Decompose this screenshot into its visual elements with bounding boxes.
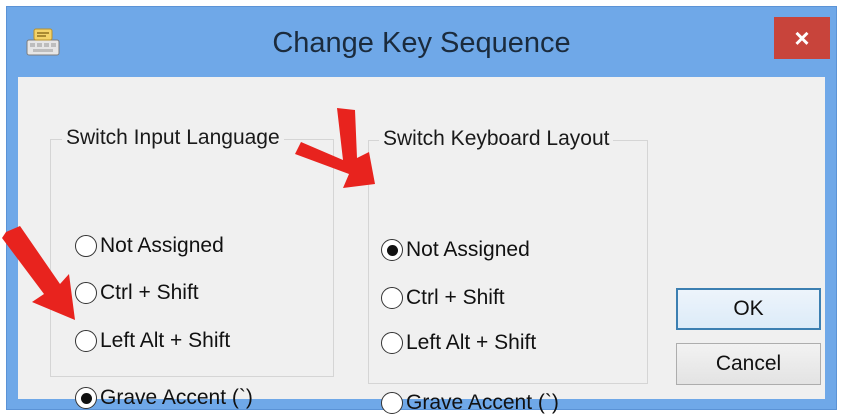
keyboard-layout-grave-accent-radio[interactable]: Grave Accent (`) (381, 391, 559, 415)
close-icon: × (794, 22, 810, 53)
dialog-window: Change Key Sequence × Switch Input Langu… (6, 6, 837, 414)
radio-label: Not Assigned (406, 238, 530, 261)
radio-label: Grave Accent (`) (100, 386, 253, 409)
radio-button-unchecked[interactable] (381, 287, 403, 309)
keyboard-layout-ctrl-shift-radio[interactable]: Ctrl + Shift (381, 286, 505, 310)
radio-button-checked[interactable] (75, 387, 97, 409)
radio-label: Left Alt + Shift (100, 329, 231, 352)
radio-label: Not Assigned (100, 234, 224, 257)
keyboard-layout-not-assigned-radio[interactable]: Not Assigned (381, 238, 530, 262)
window-title: Change Key Sequence (272, 27, 571, 59)
radio-button-unchecked[interactable] (75, 330, 97, 352)
switch-input-language-title: Switch Input Language (62, 126, 284, 150)
ok-button[interactable]: OK (676, 288, 821, 330)
input-language-ctrl-shift-radio[interactable]: Ctrl + Shift (75, 281, 199, 305)
input-language-grave-accent-radio[interactable]: Grave Accent (`) (75, 386, 253, 410)
radio-button-unchecked[interactable] (381, 392, 403, 414)
keyboard-layout-left-alt-shift-radio[interactable]: Left Alt + Shift (381, 331, 536, 355)
radio-label: Grave Accent (`) (406, 391, 559, 414)
radio-button-checked[interactable] (381, 239, 403, 261)
red-arrow-annotation (2, 226, 75, 320)
radio-button-unchecked[interactable] (381, 332, 403, 354)
switch-keyboard-layout-group: Switch Keyboard Layout Not Assigned Ctrl… (368, 127, 648, 414)
red-arrow-annotation (295, 108, 375, 188)
cancel-button[interactable]: Cancel (676, 343, 821, 385)
input-language-left-alt-shift-radio[interactable]: Left Alt + Shift (75, 329, 230, 353)
radio-label: Left Alt + Shift (406, 331, 537, 354)
radio-label: Ctrl + Shift (406, 286, 505, 309)
title-bar[interactable]: Change Key Sequence × (7, 7, 836, 77)
close-button[interactable]: × (774, 17, 830, 59)
input-language-not-assigned-radio[interactable]: Not Assigned (75, 234, 224, 258)
dialog-content: Switch Input Language Not Assigned Ctrl … (18, 77, 825, 414)
switch-input-language-group: Switch Input Language Not Assigned Ctrl … (50, 126, 334, 409)
radio-label: Ctrl + Shift (100, 281, 199, 304)
switch-keyboard-layout-title: Switch Keyboard Layout (379, 127, 614, 151)
